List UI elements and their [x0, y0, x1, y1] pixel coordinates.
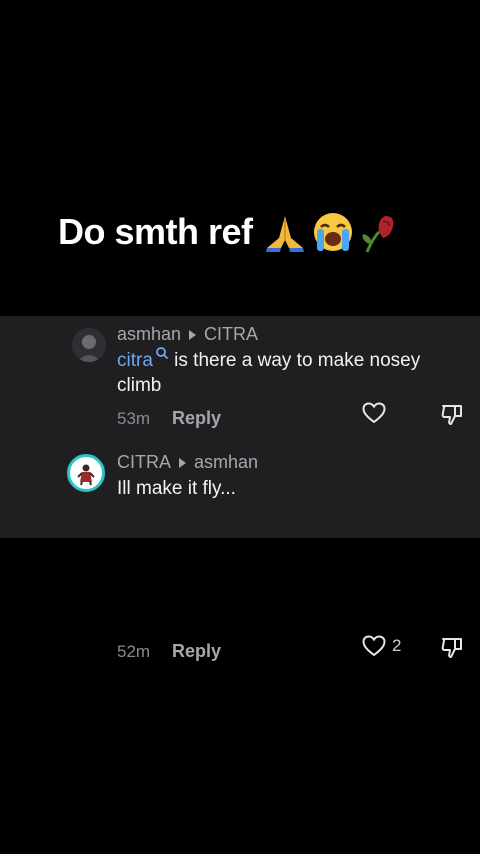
comment-text: Ill make it fly...: [117, 476, 467, 501]
comments-panel: asmhan CITRA citra is there a way to mak…: [0, 316, 480, 661]
caption-emojis: [263, 210, 399, 254]
reply-button[interactable]: Reply: [172, 641, 221, 662]
heart-icon: [362, 635, 386, 657]
comment-header: asmhan CITRA: [117, 324, 258, 345]
folded-hands-icon: [265, 216, 304, 252]
like-count: 2: [392, 636, 402, 655]
user-avatar-icon: [72, 328, 106, 362]
avatar[interactable]: [67, 454, 105, 492]
thumbs-down-icon: [441, 405, 462, 425]
thumbs-down-icon: [441, 638, 462, 658]
comment-body: Ill make it fly...: [117, 478, 236, 499]
comment-text: citra is there a way to make nosey climb: [117, 347, 467, 398]
reply-to-user[interactable]: asmhan: [194, 452, 258, 473]
comment-header: CITRA asmhan: [117, 452, 258, 473]
like-button[interactable]: 2: [362, 635, 401, 657]
comment-meta: 52m Reply: [117, 641, 221, 662]
video-caption: Do smth ref: [58, 210, 478, 254]
user-avatar-icon: [77, 464, 95, 486]
dislike-button[interactable]: [440, 635, 464, 664]
comment-author[interactable]: CITRA: [117, 452, 171, 473]
comment-meta: 53m Reply: [117, 408, 221, 429]
caption-text: Do smth ref: [58, 211, 253, 252]
avatar[interactable]: [72, 328, 106, 362]
wilted-rose-icon: [362, 216, 393, 253]
mention-link[interactable]: citra: [117, 347, 169, 371]
comment-author[interactable]: asmhan: [117, 324, 181, 345]
reply-arrow-icon: [189, 329, 197, 340]
comment-time: 52m: [117, 641, 151, 661]
mention-text: citra: [117, 350, 153, 371]
reply-arrow-icon: [179, 457, 186, 468]
reply-to-user[interactable]: CITRA: [204, 324, 258, 345]
heart-icon: [362, 402, 386, 424]
like-button[interactable]: [362, 402, 392, 424]
dislike-button[interactable]: [440, 402, 464, 431]
reply-button[interactable]: Reply: [172, 408, 221, 429]
loudly-crying-face-icon: [313, 213, 352, 251]
search-icon: [156, 347, 169, 360]
comment-time: 53m: [117, 408, 151, 428]
